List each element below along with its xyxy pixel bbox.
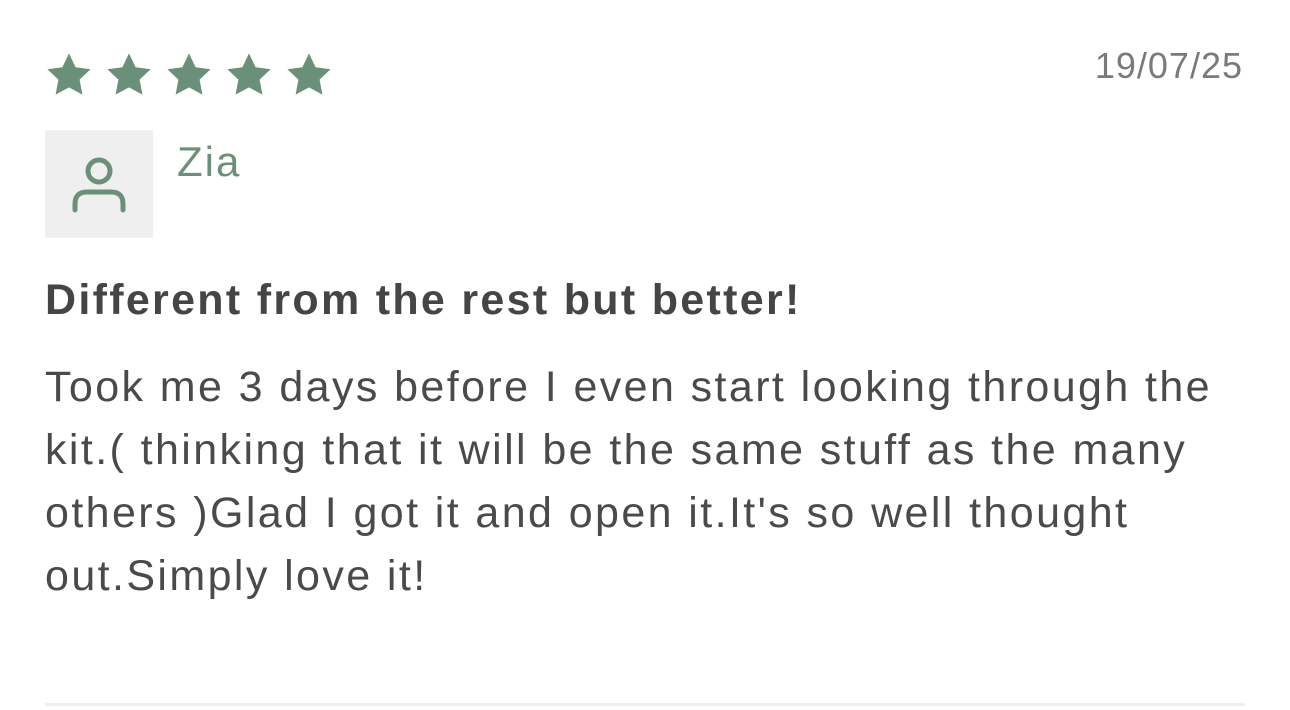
star-icon: [165, 51, 213, 99]
star-rating: [45, 51, 333, 99]
review-date: 19/07/25: [1094, 45, 1243, 86]
star-icon: [45, 51, 93, 99]
star-icon: [105, 51, 153, 99]
avatar: [45, 130, 153, 238]
user-icon: [72, 157, 126, 213]
review-card: 19/07/25 Zia Different from the rest but…: [0, 0, 1290, 710]
reviewer-name: Zia: [177, 138, 242, 185]
star-icon: [225, 51, 273, 99]
star-icon: [285, 51, 333, 99]
review-title: Different from the rest but better!: [45, 276, 802, 324]
divider: [45, 703, 1245, 706]
review-body: Took me 3 days before I even start looki…: [45, 363, 1212, 600]
